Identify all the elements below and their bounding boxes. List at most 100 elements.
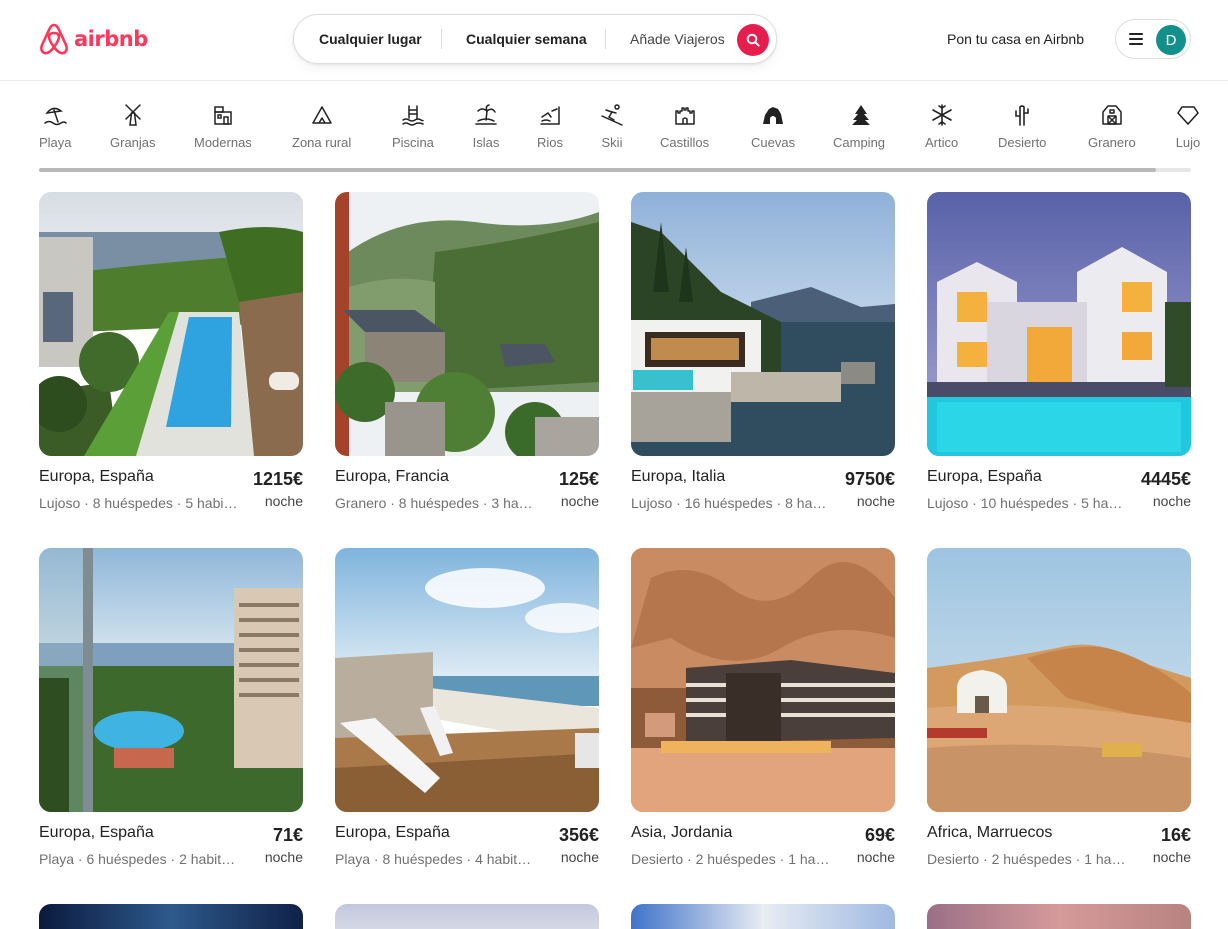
tent-icon bbox=[308, 101, 336, 129]
listing-details: Playa · 6 huéspedes · 2 habitaciones bbox=[39, 851, 239, 867]
search-divider bbox=[441, 29, 442, 49]
top-header: airbnb Cualquier lugar Cualquier semana … bbox=[0, 0, 1228, 81]
listing-price-unit: noche bbox=[1152, 849, 1191, 865]
listing-location: Europa, España bbox=[927, 468, 1042, 485]
category-label: Rios bbox=[536, 135, 563, 150]
listing-price-unit: noche bbox=[856, 849, 895, 865]
category-item-camping[interactable]: Camping bbox=[833, 101, 885, 150]
windmill-icon bbox=[119, 101, 147, 129]
hamburger-icon bbox=[1129, 33, 1143, 45]
island-icon bbox=[472, 101, 500, 129]
listing-photo[interactable] bbox=[631, 904, 895, 929]
diamond-icon bbox=[1174, 101, 1202, 129]
listing-card[interactable]: Europa, España 356€ Playa · 8 huéspedes … bbox=[335, 548, 599, 869]
listing-photo[interactable] bbox=[927, 192, 1191, 456]
airbnb-logo[interactable]: airbnb bbox=[38, 22, 148, 56]
category-item-piscina[interactable]: Piscina bbox=[392, 101, 434, 150]
listing-photo[interactable] bbox=[927, 548, 1191, 812]
category-item-zona-rural[interactable]: Zona rural bbox=[292, 101, 351, 150]
category-label: Playa bbox=[39, 135, 72, 150]
search-button[interactable] bbox=[737, 24, 769, 56]
category-item-desierto[interactable]: Desierto bbox=[998, 101, 1046, 150]
category-label: Islas bbox=[472, 135, 500, 150]
airbnb-logo-icon bbox=[40, 23, 68, 55]
category-label: Modernas bbox=[194, 135, 252, 150]
pool-icon bbox=[399, 101, 427, 129]
category-label: Cuevas bbox=[751, 135, 796, 150]
category-item-modernas[interactable]: Modernas bbox=[194, 101, 252, 150]
category-item-skii[interactable]: Skii bbox=[598, 101, 626, 150]
beach-umbrella-icon bbox=[41, 101, 69, 129]
category-label: Castillos bbox=[660, 135, 710, 150]
category-item-granjas[interactable]: Granjas bbox=[110, 101, 156, 150]
listing-details: Desierto · 2 huéspedes · 1 habitación bbox=[631, 851, 831, 867]
search-bar[interactable]: Cualquier lugar Cualquier semana Añade V… bbox=[293, 14, 777, 64]
listing-price-unit: noche bbox=[1152, 493, 1191, 509]
listing-photo[interactable] bbox=[335, 192, 599, 456]
listing-price: 1215€ bbox=[252, 469, 303, 489]
listing-location: Africa, Marruecos bbox=[927, 824, 1053, 841]
category-scrollbar[interactable] bbox=[39, 168, 1156, 172]
category-item-castillos[interactable]: Castillos bbox=[660, 101, 709, 150]
category-label: Lujo bbox=[1175, 135, 1201, 150]
listing-card[interactable]: Africa, Marruecos 16€ Desierto · 2 huésp… bbox=[927, 548, 1191, 869]
listing-card[interactable]: Europa, Francia 125€ Granero · 8 huésped… bbox=[335, 192, 599, 513]
listing-photo[interactable] bbox=[39, 192, 303, 456]
river-icon bbox=[536, 101, 564, 129]
avatar: D bbox=[1156, 25, 1186, 55]
listing-card[interactable]: Asia, Jordania 69€ Desierto · 2 huéspede… bbox=[631, 548, 895, 869]
skier-icon bbox=[598, 101, 626, 129]
category-label: Granjas bbox=[110, 135, 156, 150]
category-label: Artico bbox=[925, 135, 959, 150]
listing-location: Europa, Francia bbox=[335, 468, 449, 485]
category-item-artico[interactable]: Artico bbox=[925, 101, 958, 150]
listing-location: Europa, España bbox=[39, 824, 154, 841]
category-item-rios[interactable]: Rios bbox=[536, 101, 564, 150]
listing-details: Lujoso · 16 huéspedes · 8 habitaciones bbox=[631, 495, 831, 511]
category-item-islas[interactable]: Islas bbox=[472, 101, 500, 150]
category-item-cuevas[interactable]: Cuevas bbox=[751, 101, 795, 150]
castle-icon bbox=[671, 101, 699, 129]
listing-card[interactable]: Europa, España 71€ Playa · 6 huéspedes ·… bbox=[39, 548, 303, 869]
category-item-playa[interactable]: Playa bbox=[39, 101, 72, 150]
category-label: Skii bbox=[601, 135, 623, 150]
listing-photo[interactable] bbox=[631, 192, 895, 456]
search-divider bbox=[605, 29, 606, 49]
listing-price: 71€ bbox=[272, 825, 303, 845]
host-link[interactable]: Pon tu casa en Airbnb bbox=[947, 31, 1084, 47]
listing-details: Lujoso · 10 huéspedes · 5 habitaciones bbox=[927, 495, 1127, 511]
listing-price: 356€ bbox=[558, 825, 599, 845]
category-label: Desierto bbox=[998, 135, 1047, 150]
listing-details: Lujoso · 8 huéspedes · 5 habitaciones bbox=[39, 495, 239, 511]
listing-photo[interactable] bbox=[335, 904, 599, 929]
listing-location: Asia, Jordania bbox=[631, 824, 733, 841]
listing-card[interactable]: Europa, Italia 9750€ Lujoso · 16 huésped… bbox=[631, 192, 895, 513]
listing-photo[interactable] bbox=[927, 904, 1191, 929]
listing-price-unit: noche bbox=[560, 493, 599, 509]
user-menu-button[interactable]: D bbox=[1115, 19, 1191, 59]
brand-name: airbnb bbox=[74, 27, 148, 51]
listing-price: 4445€ bbox=[1140, 469, 1191, 489]
listing-price-unit: noche bbox=[264, 493, 303, 509]
category-label: Granero bbox=[1088, 135, 1136, 150]
search-when[interactable]: Cualquier semana bbox=[466, 31, 587, 47]
listing-card[interactable]: Europa, España 4445€ Lujoso · 10 huésped… bbox=[927, 192, 1191, 513]
category-label: Zona rural bbox=[292, 135, 352, 150]
snowflake-icon bbox=[928, 101, 956, 129]
listing-photo[interactable] bbox=[39, 904, 303, 929]
listing-photo[interactable] bbox=[631, 548, 895, 812]
listing-price-unit: noche bbox=[856, 493, 895, 509]
listing-photo[interactable] bbox=[335, 548, 599, 812]
camping-icon bbox=[845, 101, 873, 129]
listing-card[interactable]: Europa, España 1215€ Lujoso · 8 huéspede… bbox=[39, 192, 303, 513]
listing-price-unit: noche bbox=[264, 849, 303, 865]
category-bar: Playa Granjas Modernas Zona rural Piscin… bbox=[0, 81, 1228, 173]
search-guests[interactable]: Añade Viajeros bbox=[630, 31, 725, 47]
search-where[interactable]: Cualquier lugar bbox=[319, 31, 422, 47]
barn-icon bbox=[1098, 101, 1126, 129]
listing-price-unit: noche bbox=[560, 849, 599, 865]
listing-photo[interactable] bbox=[39, 548, 303, 812]
listing-price: 16€ bbox=[1160, 825, 1191, 845]
category-item-lujo[interactable]: Lujo bbox=[1174, 101, 1202, 150]
category-item-granero[interactable]: Granero bbox=[1088, 101, 1136, 150]
